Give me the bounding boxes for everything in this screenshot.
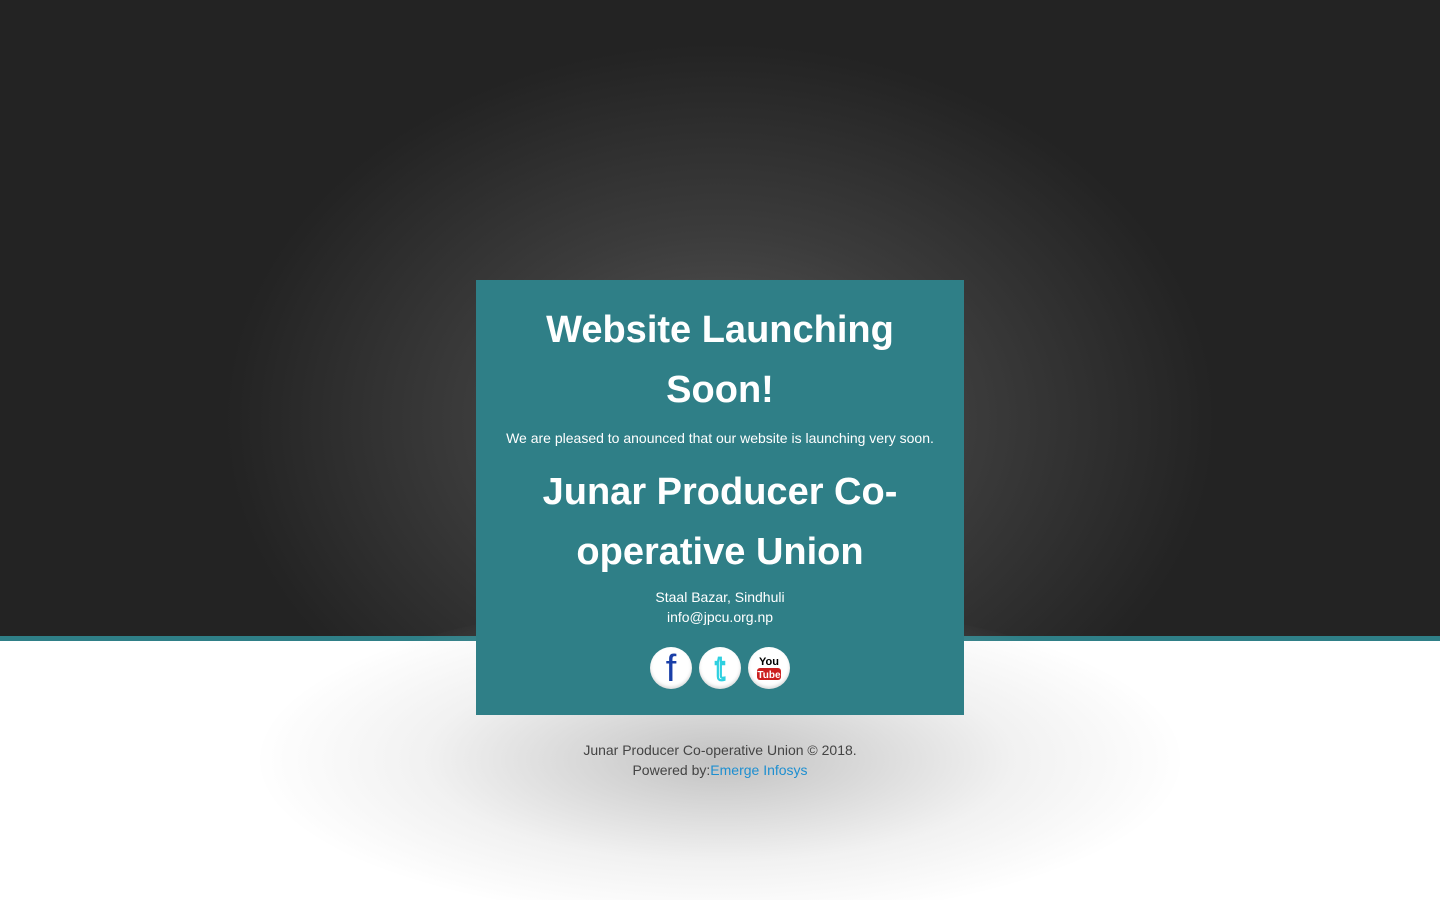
organization-name: Junar Producer Co-operative Union — [542, 471, 898, 573]
copyright-text: Junar Producer Co-operative Union © 2018… — [583, 742, 857, 758]
twitter-link[interactable]: t — [699, 647, 741, 689]
youtube-link[interactable]: You Tube — [748, 647, 790, 689]
organization-email: info@jpcu.org.np — [666, 609, 774, 625]
youtube-icon: You Tube — [756, 654, 782, 682]
organization-address: Staal Bazar, Sindhuli — [655, 589, 785, 605]
powered-by-link[interactable]: Emerge Infosys — [710, 762, 807, 778]
page: Website Launching Soon! We are pleased t… — [0, 0, 1440, 900]
social-links: f t You Tube — [476, 647, 964, 689]
powered-by: Powered by:Emerge Infosys — [0, 760, 1440, 780]
youtube-glyph-top: You — [759, 656, 779, 668]
youtube-glyph-bottom: Tube — [757, 670, 781, 681]
powered-by-label: Powered by: — [632, 762, 711, 778]
footer: Junar Producer Co-operative Union © 2018… — [0, 740, 1440, 780]
facebook-glyph: f — [666, 650, 677, 686]
launch-intro-text: We are pleased to anounced that our webs… — [506, 430, 934, 446]
twitter-glyph: t — [715, 651, 725, 685]
launch-headline: Website Launching Soon! — [546, 309, 894, 411]
twitter-icon: t — [705, 651, 735, 685]
facebook-link[interactable]: f — [650, 647, 692, 689]
facebook-icon: f — [656, 650, 686, 686]
launch-card: Website Launching Soon! We are pleased t… — [476, 280, 964, 715]
